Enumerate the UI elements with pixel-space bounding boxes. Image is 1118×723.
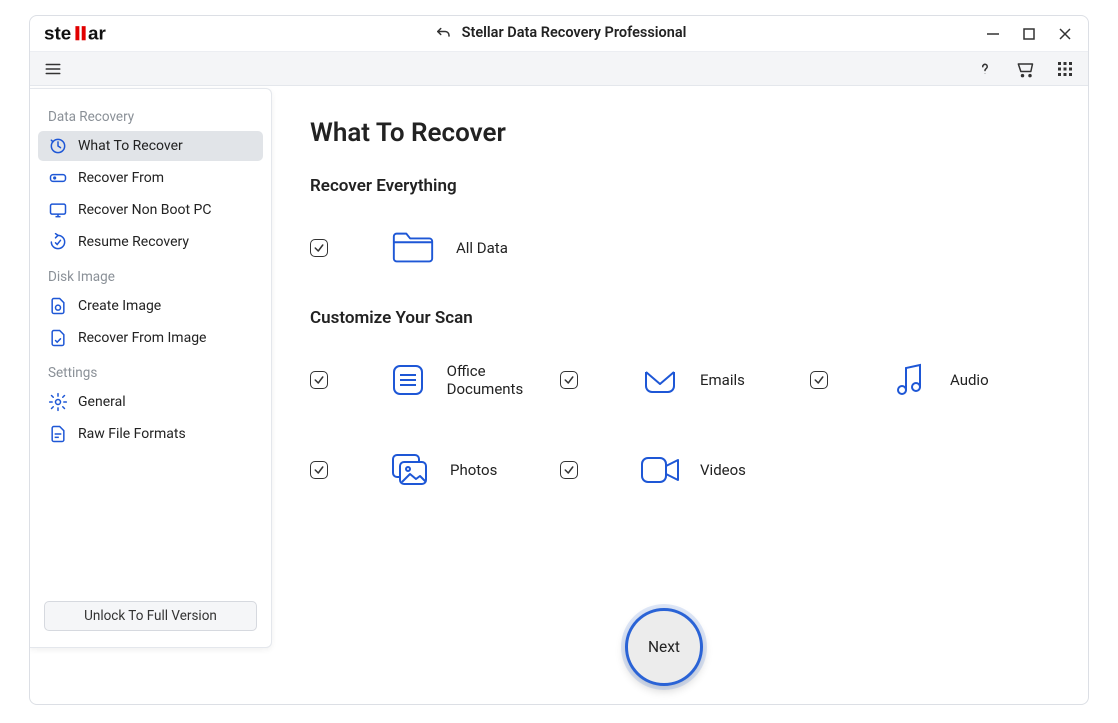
page-title: What To Recover — [310, 118, 1058, 148]
close-button[interactable] — [1058, 27, 1072, 41]
sidebar-item-raw-formats[interactable]: Raw File Formats — [38, 419, 263, 449]
option-all-data[interactable]: All Data — [310, 226, 508, 270]
music-icon — [888, 358, 932, 402]
sidebar-item-label: Create Image — [78, 298, 161, 314]
option-label: Photos — [450, 461, 497, 479]
resume-icon — [48, 232, 68, 252]
sidebar: Data Recovery What To Recover Recover Fr… — [30, 88, 272, 648]
drive-icon — [48, 168, 68, 188]
sidebar-section-settings: Settings — [38, 355, 263, 387]
svg-text:ar: ar — [88, 23, 106, 43]
create-image-icon — [48, 296, 68, 316]
unlock-button[interactable]: Unlock To Full Version — [44, 601, 257, 631]
sidebar-item-create-image[interactable]: Create Image — [38, 291, 263, 321]
sidebar-item-label: Recover From Image — [78, 330, 206, 346]
checkbox-videos[interactable] — [560, 461, 578, 479]
minimize-button[interactable] — [986, 27, 1000, 41]
cart-button[interactable] — [1014, 58, 1036, 80]
recover-everything-section: Recover Everything All Data — [310, 176, 1058, 288]
gear-icon — [48, 392, 68, 412]
option-photos[interactable]: Photos — [310, 430, 560, 510]
documents-icon — [387, 358, 429, 402]
sidebar-item-label: General — [78, 394, 126, 410]
option-label: Audio — [950, 371, 989, 389]
option-office-documents[interactable]: Office Documents — [310, 340, 560, 420]
sidebar-item-label: Raw File Formats — [78, 426, 186, 442]
checkbox-all-data[interactable] — [310, 239, 328, 257]
next-label: Next — [648, 638, 680, 656]
sidebar-item-non-boot[interactable]: Recover Non Boot PC — [38, 195, 263, 225]
help-button[interactable] — [974, 58, 996, 80]
maximize-button[interactable] — [1022, 27, 1036, 41]
sidebar-section-data-recovery: Data Recovery — [38, 99, 263, 131]
checkbox-photos[interactable] — [310, 461, 328, 479]
option-label: All Data — [456, 239, 508, 257]
apps-button[interactable] — [1054, 58, 1076, 80]
main-content: What To Recover Recover Everything All — [290, 88, 1088, 704]
sidebar-item-what-to-recover[interactable]: What To Recover — [38, 131, 263, 161]
sidebar-item-label: Resume Recovery — [78, 234, 189, 250]
checkbox-emails[interactable] — [560, 371, 578, 389]
window-title: Stellar Data Recovery Professional — [462, 24, 687, 41]
title-bar: ste ar Stellar Data Recovery Professiona… — [30, 16, 1088, 52]
option-videos[interactable]: Videos — [560, 430, 810, 510]
app-window: ste ar Stellar Data Recovery Professiona… — [29, 15, 1089, 705]
folder-icon — [388, 226, 438, 270]
option-emails[interactable]: Emails — [560, 340, 810, 420]
email-icon — [638, 358, 682, 402]
photos-icon — [388, 448, 432, 492]
file-list-icon — [48, 424, 68, 444]
sidebar-item-label: What To Recover — [78, 138, 183, 154]
sidebar-item-label: Recover Non Boot PC — [78, 202, 211, 218]
svg-text:ste: ste — [44, 23, 71, 43]
checkbox-audio[interactable] — [810, 371, 828, 389]
section-title-customize: Customize Your Scan — [310, 308, 1058, 328]
recover-icon — [48, 136, 68, 156]
option-audio[interactable]: Audio — [810, 340, 1060, 420]
checkbox-office-docs[interactable] — [310, 371, 328, 389]
video-icon — [638, 448, 682, 492]
back-icon[interactable] — [432, 22, 454, 44]
menu-button[interactable] — [42, 58, 64, 80]
monitor-icon — [48, 200, 68, 220]
section-title-recover-everything: Recover Everything — [310, 176, 1058, 196]
window-controls — [986, 27, 1078, 41]
sidebar-item-recover-from[interactable]: Recover From — [38, 163, 263, 193]
brand-logo: ste ar — [44, 23, 138, 45]
customize-scan-section: Customize Your Scan Office Documents — [310, 308, 1058, 510]
option-label: Office Documents — [447, 362, 560, 398]
recover-image-icon — [48, 328, 68, 348]
sidebar-item-general[interactable]: General — [38, 387, 263, 417]
unlock-label: Unlock To Full Version — [84, 608, 217, 624]
sidebar-item-recover-image[interactable]: Recover From Image — [38, 323, 263, 353]
sidebar-item-resume[interactable]: Resume Recovery — [38, 227, 263, 257]
toolbar — [30, 52, 1088, 86]
option-label: Videos — [700, 461, 746, 479]
sidebar-item-label: Recover From — [78, 170, 164, 186]
next-button[interactable]: Next — [625, 608, 703, 686]
option-label: Emails — [700, 371, 745, 389]
sidebar-section-disk-image: Disk Image — [38, 259, 263, 291]
